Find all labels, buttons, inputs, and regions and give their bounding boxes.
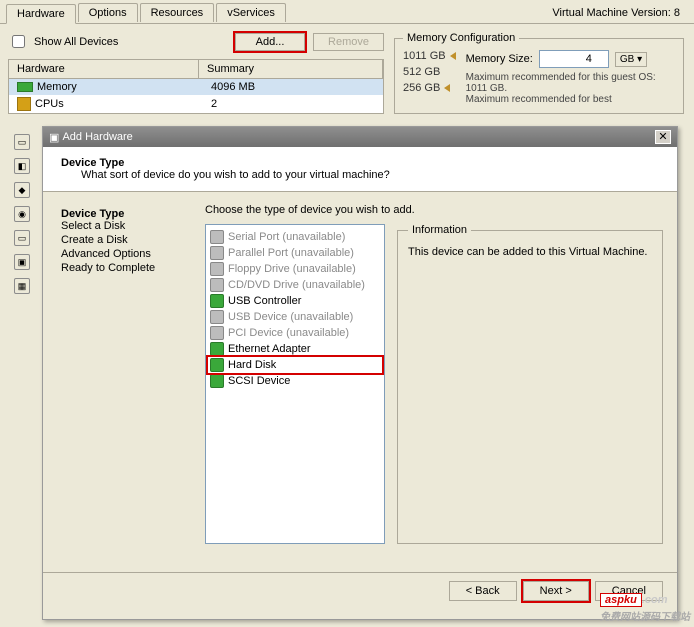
show-all-checkbox-input[interactable] (12, 35, 25, 48)
hw-cpu-label: CPUs (35, 98, 64, 110)
information-title: Information (408, 224, 471, 236)
table-row[interactable]: Memory 4096 MB (9, 79, 383, 95)
window-icon: ▣ (49, 131, 59, 144)
dialog-title: Add Hardware (62, 131, 132, 143)
add-button[interactable]: Add... (235, 33, 305, 51)
list-item[interactable]: SCSI Device (208, 373, 382, 389)
device-type-heading: Device Type (61, 157, 124, 169)
cd-icon: ◉ (14, 206, 30, 222)
list-item: USB Device (unavailable) (208, 309, 382, 325)
table-row[interactable]: CPUs 2 (9, 95, 383, 113)
next-button[interactable]: Next > (523, 581, 589, 601)
pci-icon (210, 326, 224, 340)
list-item-label: Hard Disk (228, 359, 276, 371)
hw-header-summary[interactable]: Summary (199, 60, 383, 78)
list-item-label: Serial Port (unavailable) (228, 231, 345, 243)
step-device-type[interactable]: Device Type (61, 208, 124, 220)
list-item: Parallel Port (unavailable) (208, 245, 382, 261)
list-item-label: USB Controller (228, 295, 301, 307)
main-area: Show All Devices Add... Remove Hardware … (0, 24, 694, 122)
list-item[interactable]: USB Controller (208, 293, 382, 309)
dialog-titlebar[interactable]: ▣ Add Hardware ✕ (43, 127, 677, 147)
device-type-prompt: What sort of device do you wish to add t… (61, 169, 390, 181)
memory-size-input[interactable]: 4 (539, 50, 609, 68)
triangle-icon (444, 84, 450, 92)
hard-disk-icon (210, 358, 224, 372)
list-item-label: Ethernet Adapter (228, 343, 311, 355)
remove-button: Remove (313, 33, 384, 51)
memory-rec-1: Maximum recommended for this guest OS: 1… (466, 72, 675, 94)
ethernet-icon (210, 342, 224, 356)
vmci-icon: ◧ (14, 158, 30, 174)
list-item-label: PCI Device (unavailable) (228, 327, 349, 339)
floppy-icon: ▣ (14, 254, 30, 270)
disk-icon: ▭ (14, 230, 30, 246)
mem-scale-3: 256 GB (403, 82, 440, 94)
step-advanced[interactable]: Advanced Options (61, 248, 189, 260)
device-icon-column: ▭ ◧ ◆ ◉ ▭ ▣ ▦ (10, 130, 38, 298)
video-icon: ▭ (14, 134, 30, 150)
list-item[interactable]: Ethernet Adapter (208, 341, 382, 357)
scsi-icon: ◆ (14, 182, 30, 198)
watermark-rest: .com (642, 594, 668, 606)
list-item: Floppy Drive (unavailable) (208, 261, 382, 277)
watermark: aspku.com 免费网站源码下载站 (600, 587, 690, 623)
show-all-devices-checkbox[interactable]: Show All Devices (8, 32, 118, 51)
vm-version-label: Virtual Machine Version: 8 (552, 7, 688, 19)
cd-icon (210, 278, 224, 292)
memory-rec-2: Maximum recommended for best (466, 94, 675, 105)
list-item-label: SCSI Device (228, 375, 290, 387)
memory-icon (17, 82, 33, 92)
tab-resources[interactable]: Resources (140, 3, 215, 22)
watermark-brand: aspku (600, 593, 642, 607)
tab-options[interactable]: Options (78, 3, 138, 22)
memory-config-title: Memory Configuration (403, 32, 519, 44)
dialog-buttons: < Back Next > Cancel (43, 572, 677, 609)
memory-size-label: Memory Size: (466, 53, 533, 65)
hw-header-hardware[interactable]: Hardware (9, 60, 199, 78)
tab-hardware[interactable]: Hardware (6, 4, 76, 24)
step-create-disk[interactable]: Create a Disk (61, 234, 189, 246)
floppy-icon (210, 262, 224, 276)
list-item[interactable]: Hard Disk (208, 357, 382, 373)
usb-icon (210, 294, 224, 308)
dialog-header: Device Type What sort of device do you w… (43, 147, 677, 192)
list-item: CD/DVD Drive (unavailable) (208, 277, 382, 293)
cpu-icon (17, 97, 31, 111)
list-item: PCI Device (unavailable) (208, 325, 382, 341)
wizard-steps: Device Type Select a Disk Create a Disk … (55, 204, 195, 560)
back-button[interactable]: < Back (449, 581, 517, 601)
scsi-icon (210, 374, 224, 388)
list-item-label: Floppy Drive (unavailable) (228, 263, 356, 275)
serial-port-icon (210, 230, 224, 244)
mem-scale-2: 512 GB (403, 66, 456, 78)
memory-config-group: Memory Configuration 1011 GB 512 GB 256 … (394, 32, 684, 114)
hardware-table: Hardware Summary Memory 4096 MB CPUs 2 (8, 59, 384, 114)
close-icon[interactable]: ✕ (655, 130, 671, 144)
step-ready[interactable]: Ready to Complete (61, 262, 189, 274)
hw-memory-summary: 4096 MB (203, 81, 379, 93)
triangle-icon (450, 52, 456, 60)
information-text: This device can be added to this Virtual… (408, 246, 652, 258)
watermark-sub: 免费网站源码下载站 (600, 608, 690, 623)
mem-scale-1: 1011 GB (403, 50, 446, 62)
choose-prompt: Choose the type of device you wish to ad… (205, 204, 665, 216)
parallel-port-icon (210, 246, 224, 260)
add-hardware-dialog: ▣ Add Hardware ✕ Device Type What sort o… (42, 126, 678, 620)
information-group: Information This device can be added to … (397, 224, 663, 544)
step-select-disk[interactable]: Select a Disk (61, 220, 189, 232)
tabs-row: Hardware Options Resources vServices Vir… (0, 0, 694, 24)
show-all-label: Show All Devices (34, 36, 118, 48)
tab-vservices[interactable]: vServices (216, 3, 286, 22)
list-item-label: USB Device (unavailable) (228, 311, 353, 323)
hw-cpu-summary: 2 (203, 98, 379, 110)
device-list[interactable]: Serial Port (unavailable) Parallel Port … (205, 224, 385, 544)
hw-memory-label: Memory (37, 81, 77, 93)
list-item-label: CD/DVD Drive (unavailable) (228, 279, 365, 291)
usb-device-icon (210, 310, 224, 324)
list-item-label: Parallel Port (unavailable) (228, 247, 354, 259)
memory-unit-dropdown[interactable]: GB ▾ (615, 52, 647, 67)
nic-icon: ▦ (14, 278, 30, 294)
list-item: Serial Port (unavailable) (208, 229, 382, 245)
